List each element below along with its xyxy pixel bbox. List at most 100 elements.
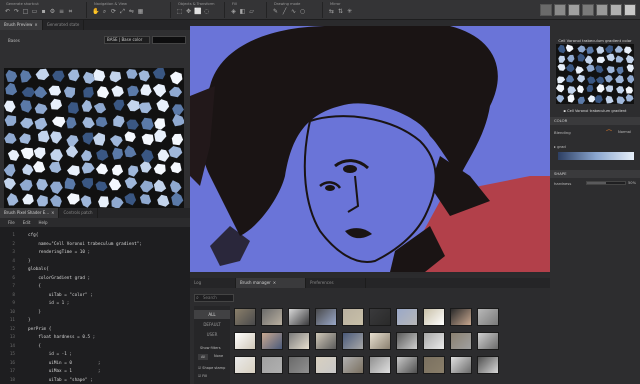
category-all[interactable]: ALL [194, 310, 230, 319]
brush-thumbnail[interactable] [477, 308, 499, 326]
hand-icon[interactable]: ✋ [92, 8, 99, 15]
brush-thumbnail[interactable] [234, 356, 256, 374]
move-icon[interactable]: ✥ [185, 8, 192, 15]
tab-brush-manager[interactable]: Brush manager × [236, 278, 306, 288]
brush-thumbnail[interactable] [315, 308, 337, 326]
brush-thumbnail[interactable] [261, 332, 283, 350]
hardness-slider[interactable] [586, 181, 626, 185]
brush-thumbnail[interactable] [315, 332, 337, 350]
brush-thumbnail[interactable] [288, 332, 310, 350]
fit-icon[interactable]: ⤢ [119, 8, 126, 15]
base-color-field[interactable]: BASE | Base color [104, 36, 150, 44]
brush-thumbnail[interactable] [261, 356, 283, 374]
brush-swatch[interactable] [568, 4, 580, 16]
shape-section-header[interactable]: SHAPE [550, 170, 640, 178]
tab-log[interactable]: Log [190, 278, 236, 288]
brush-thumbnail[interactable] [342, 356, 364, 374]
gradient-icon[interactable]: ◧ [239, 8, 246, 15]
close-icon[interactable]: × [51, 208, 54, 218]
mirror-y-icon[interactable]: ⇅ [337, 8, 344, 15]
select-icon[interactable]: ⬚ [176, 8, 183, 15]
brush-search-input[interactable]: Search [194, 294, 234, 302]
blending-value[interactable]: Normal [618, 130, 631, 134]
brush-thumbnail[interactable] [369, 332, 391, 350]
brush-thumbnail[interactable] [234, 332, 256, 350]
brush-thumbnail[interactable] [450, 332, 472, 350]
brush-thumbnail[interactable] [261, 308, 283, 326]
brush-thumbnail[interactable] [234, 308, 256, 326]
eraser-icon[interactable]: ▱ [248, 8, 255, 15]
shape-stamp-checkbox[interactable]: ☑ Shape stamp [198, 366, 225, 370]
shape-icon[interactable]: ○ [299, 8, 306, 15]
menu-edit[interactable]: Edit [23, 218, 31, 227]
toolbar-divider [224, 2, 225, 18]
brush-swatch[interactable] [540, 4, 552, 16]
new-file-icon[interactable]: □ [22, 8, 29, 15]
brush-thumbnail[interactable] [369, 308, 391, 326]
brush-thumbnail[interactable] [315, 356, 337, 374]
settings-icon[interactable]: ⚙ [49, 8, 56, 15]
bucket-icon[interactable]: ◈ [230, 8, 237, 15]
tab-brush-preview[interactable]: Brush Preview × [0, 20, 43, 30]
brush-swatch[interactable] [624, 4, 636, 16]
category-user[interactable]: USER [194, 330, 230, 339]
brush-swatch[interactable] [610, 4, 622, 16]
blend-curve-icon[interactable]: ⌒ [606, 128, 612, 137]
brush-swatch[interactable] [554, 4, 566, 16]
brush-swatch[interactable] [596, 4, 608, 16]
toolbar-group-drawing: Drawing mode ✎ ╱ ∿ ○ [270, 2, 320, 18]
save-icon[interactable]: ▪ [40, 8, 47, 15]
rotate-icon[interactable]: ⟳ [110, 8, 117, 15]
radial-icon[interactable]: ✳ [346, 8, 353, 15]
zoom-icon[interactable]: ⌕ [101, 8, 108, 15]
color-section-header[interactable]: COLOR [550, 117, 640, 125]
toolbar-group-objects: Objects & Transform ⬚ ✥ ⬜ ◌ [174, 2, 224, 18]
brush-thumbnail[interactable] [423, 308, 445, 326]
color-swatch-field[interactable] [152, 36, 186, 44]
brush-thumbnail[interactable] [477, 356, 499, 374]
tab-generated-state[interactable]: Generated state [43, 20, 85, 30]
tab-controls-patch[interactable]: Controls patch [59, 208, 98, 218]
close-icon[interactable]: × [34, 20, 37, 30]
undo-icon[interactable]: ↶ [4, 8, 11, 15]
brush-thumbnail[interactable] [288, 308, 310, 326]
grid-icon[interactable]: ▦ [137, 8, 144, 15]
flip-icon[interactable]: ⇋ [128, 8, 135, 15]
line-icon[interactable]: ╱ [281, 8, 288, 15]
menu-help[interactable]: Help [38, 218, 47, 227]
gradient-editor[interactable] [558, 152, 634, 160]
close-icon[interactable]: × [273, 278, 276, 288]
layers-icon[interactable]: ≡ [58, 8, 65, 15]
brush-thumbnail[interactable] [423, 332, 445, 350]
brush-swatch[interactable] [582, 4, 594, 16]
brush-icon[interactable]: ✎ [272, 8, 279, 15]
crop-icon[interactable]: ⌗ [67, 8, 74, 15]
brush-thumbnail[interactable] [477, 332, 499, 350]
main-canvas[interactable] [190, 20, 550, 274]
tab-preferences[interactable]: Preferences [306, 278, 366, 288]
lasso-icon[interactable]: ◌ [203, 8, 210, 15]
brush-thumbnail[interactable] [288, 356, 310, 374]
brush-thumbnail[interactable] [369, 356, 391, 374]
expand-icon[interactable]: ▸ [554, 144, 556, 149]
filter-none-button[interactable]: None [214, 354, 223, 358]
brush-thumbnail[interactable] [396, 332, 418, 350]
brush-thumbnail[interactable] [342, 332, 364, 350]
brush-thumbnail[interactable] [396, 308, 418, 326]
brush-thumbnail[interactable] [396, 356, 418, 374]
curve-icon[interactable]: ∿ [290, 8, 297, 15]
code-editor[interactable]: 1 cfg{2 name="Cell Voronoi trabeculum gra… [0, 230, 190, 384]
mirror-x-icon[interactable]: ⇆ [328, 8, 335, 15]
fill-checkbox[interactable]: ☑ Fill [198, 374, 207, 378]
open-icon[interactable]: ▭ [31, 8, 38, 15]
redo-icon[interactable]: ↷ [13, 8, 20, 15]
filter-all-button[interactable]: All [198, 354, 209, 360]
brush-thumbnail[interactable] [342, 308, 364, 326]
category-default[interactable]: DEFAULT [194, 320, 230, 329]
brush-thumbnail[interactable] [450, 308, 472, 326]
brush-thumbnail[interactable] [450, 356, 472, 374]
brush-thumbnail[interactable] [423, 356, 445, 374]
tab-shader-editor[interactable]: Brush Pixel Shader E... × [0, 208, 60, 218]
transform-icon[interactable]: ⬜ [194, 8, 201, 15]
menu-file[interactable]: File [8, 218, 15, 227]
